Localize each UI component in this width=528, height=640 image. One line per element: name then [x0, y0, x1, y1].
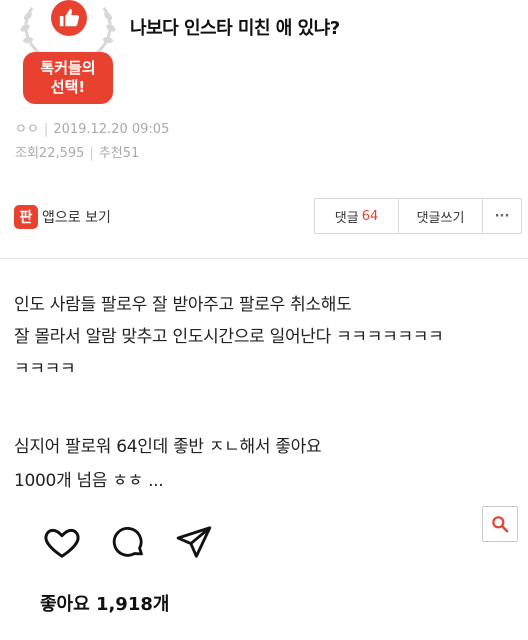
- best-pick-label: 톡커들의 선택!: [23, 52, 113, 104]
- content-line-2: 잘 몰라서 알람 맞추고 인도시간으로 일어난다 ㅋㅋㅋㅋㅋㅋㅋ: [14, 327, 444, 347]
- instagram-action-bar: [40, 520, 216, 564]
- badge-line-1: 톡커들의: [40, 59, 96, 77]
- comments-count: 64: [361, 208, 379, 224]
- comment-bubble-icon[interactable]: [106, 520, 150, 564]
- heart-icon[interactable]: [40, 520, 84, 564]
- post-date: 2019.12.20 09:05: [53, 122, 170, 137]
- more-options-button[interactable]: ···: [483, 199, 521, 233]
- content-line-4: 심지어 팔로워 64인데 좋반 ㅈㄴ해서 좋아요: [14, 437, 322, 457]
- recommend-count: 51: [122, 146, 140, 161]
- views-count: 22,595: [38, 146, 85, 161]
- send-icon[interactable]: [172, 520, 216, 564]
- content-line-5: 1000개 넘음 ㅎㅎ ...: [14, 471, 164, 491]
- comments-button[interactable]: 댓글 64: [315, 199, 399, 233]
- likes-count: 좋아요 1,918개: [40, 594, 170, 615]
- pann-app-icon: 판: [14, 205, 38, 229]
- recommend-label: 추천: [98, 146, 123, 161]
- post-author-date: ㅇㅇ | 2019.12.20 09:05: [15, 122, 170, 137]
- post-stats: 조회22,595 | 추천51: [15, 146, 140, 161]
- write-comment-label: 댓글쓰기: [416, 210, 465, 226]
- search-icon[interactable]: [482, 506, 518, 542]
- views-label: 조회: [15, 146, 39, 161]
- badge-line-2: 선택!: [50, 78, 86, 96]
- post-title: 나보다 인스타 미친 애 있냐?: [130, 18, 340, 39]
- content-line-3: ㅋㅋㅋㅋ: [14, 359, 76, 379]
- comment-button-group: 댓글 64 댓글쓰기 ···: [314, 198, 522, 234]
- comments-label: 댓글: [334, 210, 359, 226]
- app-view-label: 앱으로 보기: [42, 210, 111, 226]
- best-pick-badge: 톡커들의 선택!: [12, 0, 124, 108]
- section-divider: [0, 258, 528, 259]
- author-name: ㅇㅇ: [15, 122, 39, 137]
- write-comment-button[interactable]: 댓글쓰기: [399, 199, 483, 233]
- thumbs-up-icon: [51, 0, 87, 36]
- app-view-button[interactable]: 판 앱으로 보기: [14, 205, 111, 229]
- content-line-1: 인도 사람들 팔로우 잘 받아주고 팔로우 취소해도: [14, 295, 352, 315]
